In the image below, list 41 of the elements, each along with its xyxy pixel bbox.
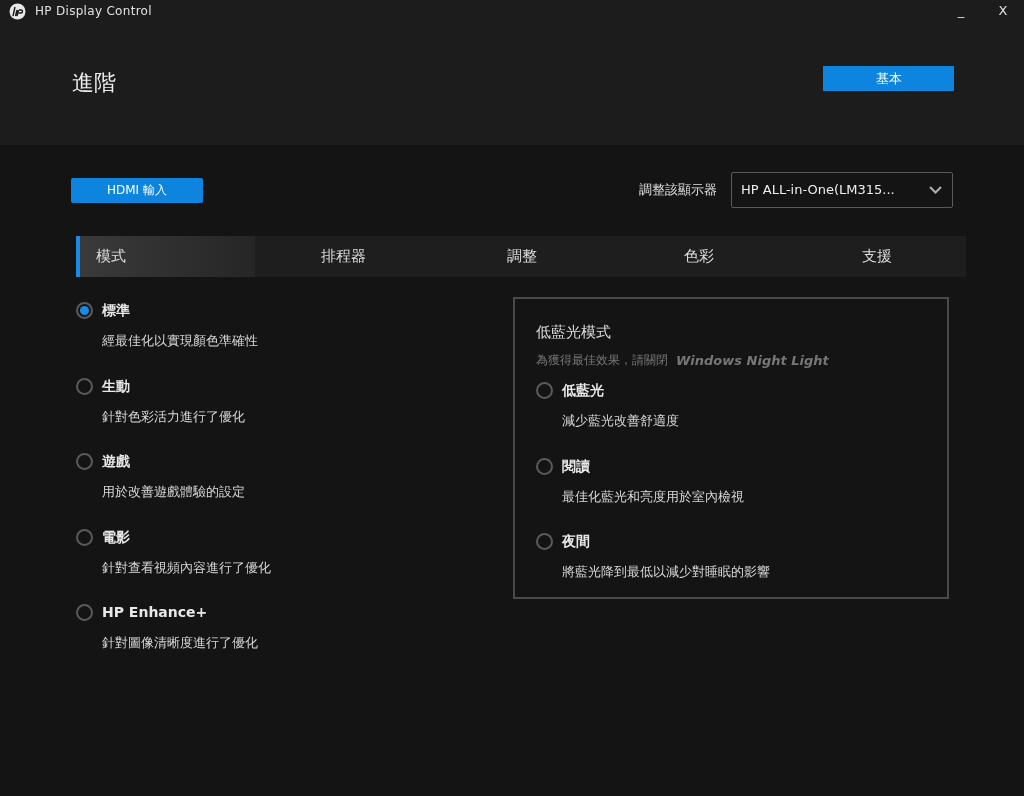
option-label: 閱讀 xyxy=(562,456,590,476)
radio-button[interactable] xyxy=(536,533,553,550)
option-label: 生動 xyxy=(102,376,130,396)
chevron-down-icon xyxy=(929,186,942,194)
minimize-button[interactable]: _ xyxy=(940,0,982,22)
option-label: HP Enhance+ xyxy=(102,603,208,622)
close-button[interactable]: X xyxy=(982,0,1024,22)
option-label: 遊戲 xyxy=(102,452,130,471)
night-light-hint: Windows Night Light xyxy=(676,351,829,370)
option-description: 將藍光降到最低以減少對睡眠的影響 xyxy=(562,563,771,581)
panel-hint: 為獲得最佳效果，請關閉 xyxy=(536,352,668,370)
tab[interactable]: 調整 xyxy=(432,236,611,277)
option-description: 經最佳化以實現顏色準確性 xyxy=(102,332,259,350)
tab[interactable]: 支援 xyxy=(788,236,966,277)
option-description: 最佳化藍光和亮度用於室內檢視 xyxy=(562,487,745,506)
option-label: 電影 xyxy=(102,527,130,547)
option-description: 減少藍光改善舒適度 xyxy=(562,412,680,430)
radio-button[interactable] xyxy=(76,302,93,319)
radio-button[interactable] xyxy=(536,382,553,399)
page-title: 進階 xyxy=(72,69,116,97)
option-label: 夜間 xyxy=(562,532,590,551)
radio-button[interactable] xyxy=(76,377,93,395)
panel-title: 低藍光模式 xyxy=(536,322,612,343)
window-title: HP Display Control xyxy=(35,3,152,20)
tab[interactable]: 色彩 xyxy=(610,236,789,277)
option-label: 標準 xyxy=(102,301,130,320)
radio-button[interactable] xyxy=(76,528,93,546)
option-label: 低藍光 xyxy=(562,381,604,400)
radio-button[interactable] xyxy=(76,604,93,621)
radio-button[interactable] xyxy=(536,457,553,475)
option-description: 針對圖像清晰度進行了優化 xyxy=(102,634,259,652)
tab[interactable]: 模式 xyxy=(76,236,256,277)
monitor-dropdown[interactable]: HP ALL-in-One(LM315... xyxy=(731,172,953,208)
radio-button[interactable] xyxy=(76,453,93,470)
option-description: 針對色彩活力進行了優化 xyxy=(102,407,246,426)
option-description: 用於改善遊戲體驗的設定 xyxy=(102,483,246,501)
monitor-select-label: 調整該顯示器 xyxy=(639,181,717,200)
hdmi-input-button[interactable]: HDMI 輸入 xyxy=(71,177,203,203)
tab[interactable]: 排程器 xyxy=(255,236,433,277)
option-description: 針對查看視頻內容進行了優化 xyxy=(102,558,272,577)
basic-button[interactable]: 基本 xyxy=(823,66,954,91)
